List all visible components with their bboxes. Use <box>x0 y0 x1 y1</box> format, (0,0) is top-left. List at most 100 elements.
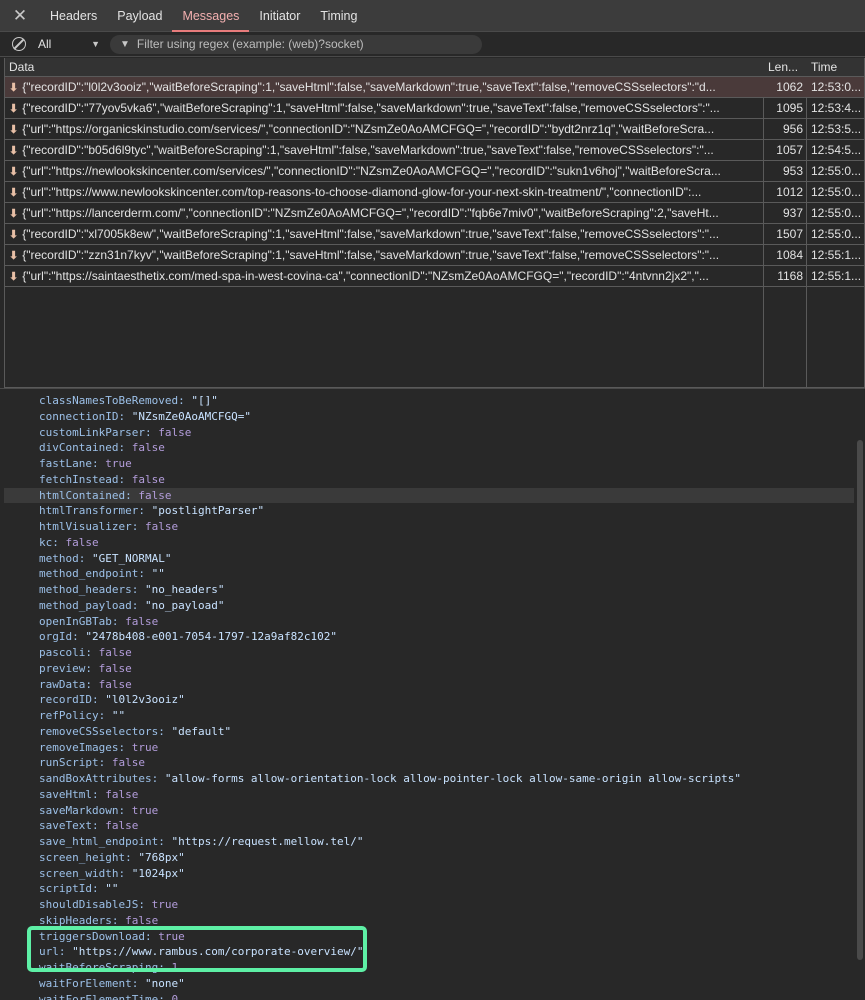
property-row[interactable]: method: "GET_NORMAL" <box>39 551 171 567</box>
filter-bar: All ▼ ▼ Filter using regex (example: (we… <box>0 32 865 57</box>
property-key: waitForElementTime <box>39 992 159 1000</box>
property-value: "" <box>151 567 165 581</box>
property-key: saveText <box>39 819 92 833</box>
property-row[interactable]: htmlTransformer: "postlightParser" <box>39 503 264 519</box>
tab-messages[interactable]: Messages <box>172 0 250 32</box>
property-separator: : <box>131 520 145 533</box>
message-data-text: {"url":"https://newlookskincenter.com/se… <box>22 164 721 178</box>
property-row[interactable]: scriptId: "" <box>39 881 118 897</box>
property-separator: : <box>138 898 152 911</box>
property-row[interactable]: saveText: false <box>39 818 138 834</box>
table-row[interactable]: ⬇ {"url":"https://organicskinstudio.com/s… <box>5 119 864 140</box>
message-time-cell: 12:55:0... <box>811 227 862 241</box>
property-row[interactable]: screen_width: "1024px" <box>39 866 185 882</box>
message-time-cell: 12:54:5... <box>811 143 862 157</box>
property-row[interactable]: htmlContained: false <box>4 487 854 504</box>
property-key: removeCSSselectors <box>39 724 159 738</box>
property-row[interactable]: screen_height: "768px" <box>39 850 185 866</box>
message-detail-pane: classNamesToBeRemoved: "[]" connectionID:… <box>0 390 865 1000</box>
message-time-cell: 12:53:0... <box>811 80 862 94</box>
message-data-cell: ⬇ {"url":"https://lancerderm.com/","conne… <box>5 203 763 223</box>
property-key: save_html_endpoint <box>39 835 159 848</box>
close-icon[interactable]: ✕ <box>0 0 40 31</box>
table-row[interactable]: ⬇ {"url":"https://lancerderm.com/","conne… <box>5 203 864 224</box>
table-row[interactable]: ⬇ {"recordID":"l0l2v3ooiz","waitBeforeScr… <box>5 77 864 98</box>
column-header-time[interactable]: Time <box>807 58 837 76</box>
table-row[interactable]: ⬇ {"recordID":"77yov5vka6","waitBeforeScr… <box>5 98 864 119</box>
property-row[interactable]: connectionID: "NZsmZe0AoAMCFGQ=" <box>39 409 251 425</box>
table-row[interactable]: ⬇ {"url":"https://newlookskincenter.com/s… <box>5 161 864 182</box>
property-row[interactable]: saveMarkdown: true <box>39 803 158 819</box>
property-separator: : <box>138 504 152 518</box>
property-separator: : <box>52 535 66 549</box>
property-separator: : <box>85 677 99 691</box>
property-value: false <box>125 614 159 628</box>
property-value: "no_headers" <box>144 583 225 596</box>
received-arrow-icon: ⬇ <box>9 124 19 136</box>
detail-scrollbar[interactable] <box>857 440 863 960</box>
property-row[interactable]: recordID: "l0l2v3ooiz" <box>39 692 185 708</box>
property-value: "postlightParser" <box>151 504 265 518</box>
property-value: false <box>131 472 165 486</box>
tab-payload[interactable]: Payload <box>107 0 172 31</box>
property-row[interactable]: refPolicy: "" <box>39 708 125 724</box>
property-row[interactable]: removeImages: true <box>39 740 158 756</box>
property-key: saveMarkdown <box>39 803 119 817</box>
column-header-length[interactable]: Len... <box>764 58 798 76</box>
property-key: customLinkParser <box>39 425 145 439</box>
property-row[interactable]: method_endpoint: "" <box>39 566 165 582</box>
property-row[interactable]: waitForElementTime: 0 <box>39 992 178 1000</box>
message-data-text: {"recordID":"b05d6l9tyc","waitBeforeScra… <box>22 143 714 157</box>
property-value: "[]" <box>191 394 218 407</box>
tab-headers[interactable]: Headers <box>40 0 107 31</box>
property-row[interactable]: method_headers: "no_headers" <box>39 582 224 598</box>
message-data-cell: ⬇ {"url":"https://newlookskincenter.com/s… <box>5 161 763 181</box>
property-key: screen_height <box>39 850 126 864</box>
property-row[interactable]: saveHtml: false <box>39 787 138 803</box>
property-value: 0 <box>171 992 179 1000</box>
property-row[interactable]: orgId: "2478b408-e001-7054-1797-12a9af82… <box>39 629 337 645</box>
table-row[interactable]: ⬇ {"recordID":"xl7005k8ew","waitBeforeScr… <box>5 224 864 245</box>
property-row[interactable]: customLinkParser: false <box>39 425 191 441</box>
property-row[interactable]: htmlVisualizer: false <box>39 519 178 535</box>
property-separator: : <box>118 866 132 880</box>
message-type-select[interactable]: All ▼ <box>38 37 106 51</box>
filter-input[interactable]: ▼ Filter using regex (example: (web)?soc… <box>110 34 482 54</box>
property-key: htmlVisualizer <box>39 520 132 533</box>
property-row[interactable]: save_html_endpoint: "https://request.mel… <box>39 834 364 850</box>
property-row[interactable]: sandBoxAttributes: "allow-forms allow-or… <box>39 771 741 787</box>
property-row[interactable]: method_payload: "no_payload" <box>39 598 224 614</box>
received-arrow-icon: ⬇ <box>9 103 19 115</box>
table-row[interactable]: ⬇ {"url":"https://www.newlookskincenter.c… <box>5 182 864 203</box>
property-row[interactable]: waitForElement: "none" <box>39 976 185 992</box>
table-row[interactable]: ⬇ {"recordID":"b05d6l9tyc","waitBeforeScr… <box>5 140 864 161</box>
property-row[interactable]: removeCSSselectors: "default" <box>39 724 231 740</box>
panel-divider[interactable] <box>0 388 865 389</box>
property-separator: : <box>118 472 132 486</box>
property-separator: : <box>178 394 192 407</box>
property-value: false <box>98 661 132 675</box>
property-row[interactable]: fetchInstead: false <box>39 472 165 488</box>
property-row[interactable]: openInGBTab: false <box>39 614 158 630</box>
property-row[interactable]: shouldDisableJS: true <box>39 897 178 913</box>
tab-initiator[interactable]: Initiator <box>249 0 310 31</box>
table-row[interactable]: ⬇ {"url":"https://saintaesthetix.com/med-… <box>5 266 864 287</box>
message-time-cell: 12:55:0... <box>811 164 862 178</box>
message-type-value: All <box>38 37 52 51</box>
property-key: connectionID <box>39 409 119 423</box>
property-row[interactable]: rawData: false <box>39 677 132 693</box>
property-row[interactable]: fastLane: true <box>39 456 132 472</box>
property-row[interactable]: kc: false <box>39 535 99 551</box>
column-header-data[interactable]: Data <box>5 58 34 76</box>
property-row[interactable]: pascoli: false <box>39 645 132 661</box>
property-row[interactable]: divContained: false <box>39 440 165 456</box>
property-row[interactable]: preview: false <box>39 661 132 677</box>
clear-messages-icon[interactable] <box>0 37 38 51</box>
property-value: "768px" <box>138 850 185 864</box>
property-row[interactable]: classNamesToBeRemoved: "[]" <box>39 393 218 409</box>
property-separator: : <box>158 992 172 1000</box>
property-row[interactable]: runScript: false <box>39 755 145 771</box>
table-row[interactable]: ⬇ {"recordID":"zzn31n7kyv","waitBeforeScr… <box>5 245 864 266</box>
tab-timing[interactable]: Timing <box>310 0 367 31</box>
property-key: pascoli <box>39 646 86 659</box>
